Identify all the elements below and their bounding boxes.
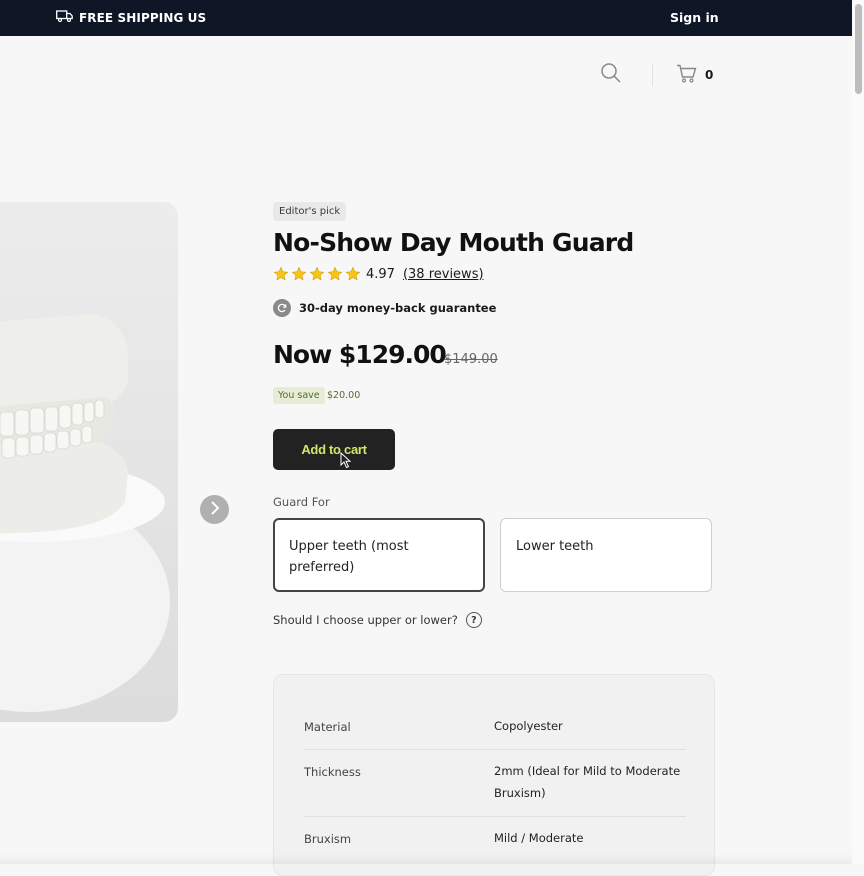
save-amount: $20.00 [327,390,361,401]
specifications-card: Material Copolyester Thickness 2mm (Idea… [273,674,715,876]
spec-divider [304,749,686,750]
star-icon [309,266,325,281]
help-question-text: Should I choose upper or lower? [273,613,458,627]
reviews-link[interactable]: (38 reviews) [403,267,484,282]
money-back-guarantee: 30-day money-back guarantee [273,299,496,317]
option-lower-teeth[interactable]: Lower teeth [500,518,712,592]
spec-value: Mild / Moderate [494,831,584,845]
spec-value: Copolyester [494,719,563,733]
scrollbar-thumb[interactable] [855,4,862,94]
star-icon [273,266,289,281]
star-icon [345,266,361,281]
product-image [0,202,178,722]
star-icon [327,266,343,281]
cart-button[interactable]: 0 [676,64,713,86]
editors-pick-badge: Editor's pick [273,202,347,221]
announcement-bar: FREE SHIPPING US Sign in [0,0,852,36]
bottom-fade [0,854,852,864]
add-to-cart-button[interactable]: Add to cart [273,429,395,470]
free-shipping-text: FREE SHIPPING US [79,10,207,25]
spec-value: 2mm (Ideal for Mild to Moderate Bruxism) [494,764,681,800]
question-icon[interactable]: ? [465,612,482,628]
guard-for-label: Guard For [273,495,330,509]
upper-or-lower-help[interactable]: Should I choose upper or lower? ? [273,612,482,628]
rating-value: 4.97 [366,266,395,282]
spec-divider [304,816,686,817]
refresh-icon [273,299,291,317]
header-tools [600,62,622,88]
star-rating [273,266,361,282]
spec-key: Bruxism [304,832,352,846]
guarantee-text: 30-day money-back guarantee [299,301,497,315]
search-icon[interactable] [600,62,622,88]
spec-key: Material [304,720,351,734]
truck-icon [56,10,73,25]
sign-in-link[interactable]: Sign in [670,10,719,25]
spec-key: Thickness [304,765,361,779]
free-shipping-notice: FREE SHIPPING US [56,10,206,25]
scrollbar-track[interactable] [852,0,864,864]
current-price: Now $129.00 [273,340,447,369]
header-divider [652,64,653,86]
option-upper-teeth[interactable]: Upper teeth (most preferred) [273,518,485,592]
cart-count: 0 [705,68,714,82]
chevron-right-icon [209,500,221,519]
you-save-label: You save [273,387,325,404]
pointer-cursor-icon [340,451,352,473]
cart-icon [676,64,697,86]
product-rating: 4.97 (38 reviews) [273,266,484,282]
next-image-button[interactable] [200,495,229,524]
product-title: No-Show Day Mouth Guard [273,228,634,257]
star-icon [291,266,307,281]
original-price: $149.00 [444,352,498,367]
